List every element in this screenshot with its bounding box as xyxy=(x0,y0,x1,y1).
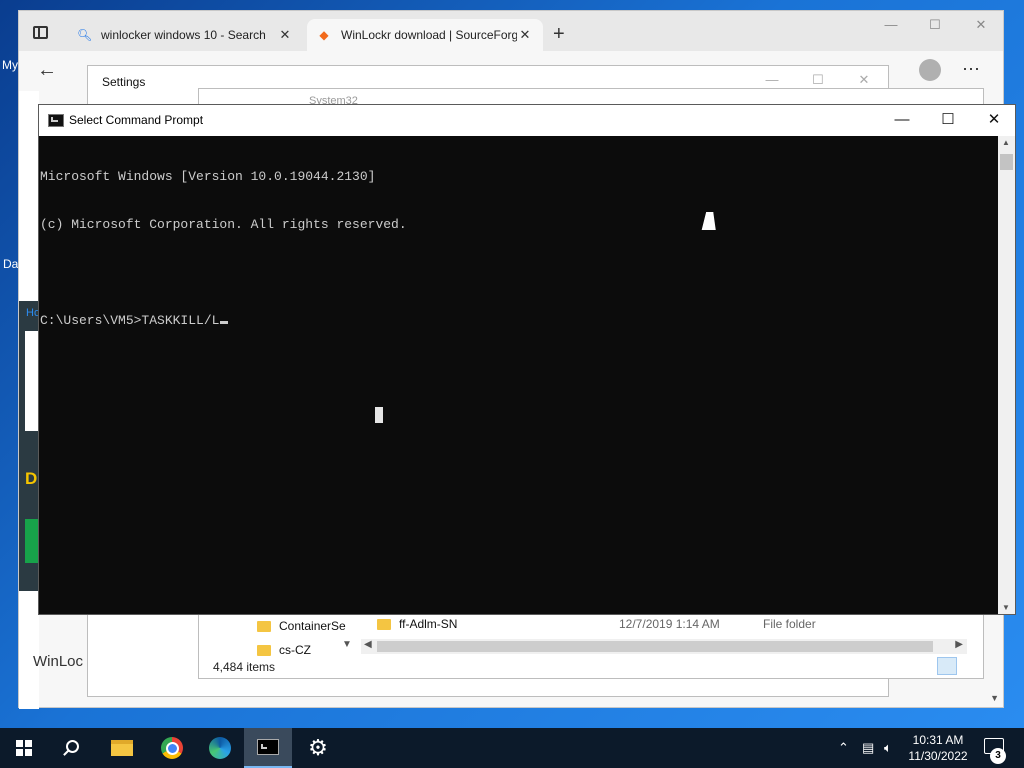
tab-search[interactable]: 🔍︎ winlocker windows 10 - Search ✕ xyxy=(67,19,303,51)
console-line: Microsoft Windows [Version 10.0.19044.21… xyxy=(40,169,376,184)
item-count: 4,484 items xyxy=(213,660,276,674)
gear-icon: ⚙ xyxy=(308,735,328,760)
download-button-fragment[interactable] xyxy=(25,519,39,563)
minimize-icon[interactable]: — xyxy=(879,17,903,32)
network-button[interactable]: ▤ xyxy=(862,728,874,768)
back-arrow-icon[interactable]: ← xyxy=(37,59,57,82)
search-icon xyxy=(65,740,79,753)
notification-badge: 3 xyxy=(990,748,1006,764)
scroll-down-icon[interactable]: ▼ xyxy=(990,693,999,703)
file-name: ff-Adlm-SN xyxy=(399,617,458,631)
taskbar-edge[interactable] xyxy=(196,728,244,768)
scrollbar-thumb[interactable] xyxy=(377,641,933,652)
minimize-icon[interactable]: — xyxy=(879,109,925,133)
command-prompt-icon xyxy=(257,739,279,755)
taskbar-settings[interactable]: ⚙ xyxy=(294,728,342,768)
edge-icon xyxy=(209,737,231,759)
text-cursor xyxy=(220,321,229,324)
new-tab-button[interactable]: + xyxy=(553,23,565,46)
folder-icon xyxy=(257,620,271,632)
show-hidden-icons[interactable]: ⌃ xyxy=(838,728,849,768)
scroll-down-icon[interactable]: ▼ xyxy=(1002,603,1010,612)
taskbar-command-prompt[interactable] xyxy=(244,728,292,768)
file-row[interactable]: ff-Adlm-SN 12/7/2019 1:14 AM File folder xyxy=(377,617,977,631)
close-icon[interactable]: ✕ xyxy=(969,17,993,33)
console-prompt-line: C:\Users\VM5>TASKKILL/L xyxy=(40,313,999,329)
page-heading-fragment: D xyxy=(25,469,38,488)
close-icon[interactable]: ✕ xyxy=(852,72,876,88)
close-tab-icon[interactable]: ✕ xyxy=(277,27,293,43)
taskbar-chrome[interactable] xyxy=(148,728,196,768)
network-icon: ▤ xyxy=(862,740,875,755)
scroll-left-icon[interactable]: ◀ xyxy=(364,639,372,650)
clock[interactable]: 10:31 AM 11/30/2022 xyxy=(906,732,970,764)
taskbar-search-button[interactable] xyxy=(48,728,96,768)
volume-button[interactable]: 🔈︎ xyxy=(884,728,892,768)
chevron-up-icon: ⌃ xyxy=(838,740,849,755)
console-output[interactable]: Microsoft Windows [Version 10.0.19044.21… xyxy=(39,136,999,614)
start-button[interactable] xyxy=(0,728,48,768)
tab-actions-icon[interactable] xyxy=(33,26,48,39)
command-prompt-icon xyxy=(48,114,64,127)
page-content-panel xyxy=(25,331,39,431)
desktop-icon-label[interactable]: My xyxy=(2,58,18,72)
cmd-title: Select Command Prompt xyxy=(69,113,204,127)
close-icon[interactable]: ✕ xyxy=(971,109,1017,133)
tree-item-label: ContainerSe xyxy=(279,619,346,633)
cmd-titlebar[interactable]: Select Command Prompt — ☐ ✕ xyxy=(39,105,1015,136)
windows-logo-icon xyxy=(16,740,32,756)
maximize-icon[interactable]: ☐ xyxy=(923,17,947,33)
maximize-icon[interactable]: ☐ xyxy=(806,72,830,88)
folder-icon xyxy=(257,644,271,656)
file-explorer-icon xyxy=(111,740,133,756)
tab-label: winlocker windows 10 - Search xyxy=(101,28,266,42)
large-icons-view-icon[interactable] xyxy=(959,657,979,675)
taskbar-file-explorer[interactable] xyxy=(98,728,146,768)
maximize-icon[interactable]: ☐ xyxy=(925,109,971,133)
close-tab-icon[interactable]: ✕ xyxy=(517,27,533,43)
horizontal-scrollbar[interactable]: ◀ ▶ xyxy=(361,639,967,654)
tab-sourceforge[interactable]: ◆ WinLockr download | SourceForge ✕ xyxy=(307,19,543,51)
command-prompt-window[interactable]: Select Command Prompt — ☐ ✕ Microsoft Wi… xyxy=(38,104,1016,615)
scroll-up-icon[interactable]: ▲ xyxy=(1002,138,1010,147)
file-date: 12/7/2019 1:14 AM xyxy=(619,617,720,631)
tree-item[interactable]: ContainerSe xyxy=(257,619,346,633)
tree-item[interactable]: cs-CZ xyxy=(257,643,311,657)
minimize-icon[interactable]: — xyxy=(760,72,784,87)
scrollbar-thumb[interactable] xyxy=(1000,154,1013,170)
more-options-icon[interactable]: ⋯ xyxy=(962,59,981,80)
profile-avatar[interactable] xyxy=(919,59,941,81)
tab-label: WinLockr download | SourceForge xyxy=(341,28,517,42)
settings-title: Settings xyxy=(102,75,146,89)
tree-item-label: cs-CZ xyxy=(279,643,311,657)
chrome-icon xyxy=(161,737,183,759)
clock-time: 10:31 AM xyxy=(912,733,964,747)
page-title-fragment: WinLoc xyxy=(33,653,84,670)
search-icon: 🔍︎ xyxy=(77,28,93,42)
console-input: C:\Users\VM5>TASKKILL/L xyxy=(40,313,220,328)
scroll-down-icon[interactable]: ▼ xyxy=(342,639,352,650)
sourceforge-icon: ◆ xyxy=(319,28,329,42)
scroll-right-icon[interactable]: ▶ xyxy=(955,639,963,650)
tab-bar: 🔍︎ winlocker windows 10 - Search ✕ ◆ Win… xyxy=(19,11,1003,51)
volume-icon: 🔈︎ xyxy=(884,740,892,755)
i-beam-cursor xyxy=(375,407,383,423)
details-view-icon[interactable] xyxy=(937,657,957,675)
file-type: File folder xyxy=(763,617,816,631)
folder-icon xyxy=(377,618,391,630)
vertical-scrollbar[interactable]: ▲ ▼ xyxy=(998,136,1015,614)
taskbar: ⚙ ⌃ ▤ 🔈︎ 10:31 AM 11/30/2022 3 xyxy=(0,728,1024,768)
clock-date: 11/30/2022 xyxy=(908,749,968,763)
desktop-icon-label[interactable]: Da xyxy=(3,257,18,271)
console-line: (c) Microsoft Corporation. All rights re… xyxy=(40,217,407,232)
